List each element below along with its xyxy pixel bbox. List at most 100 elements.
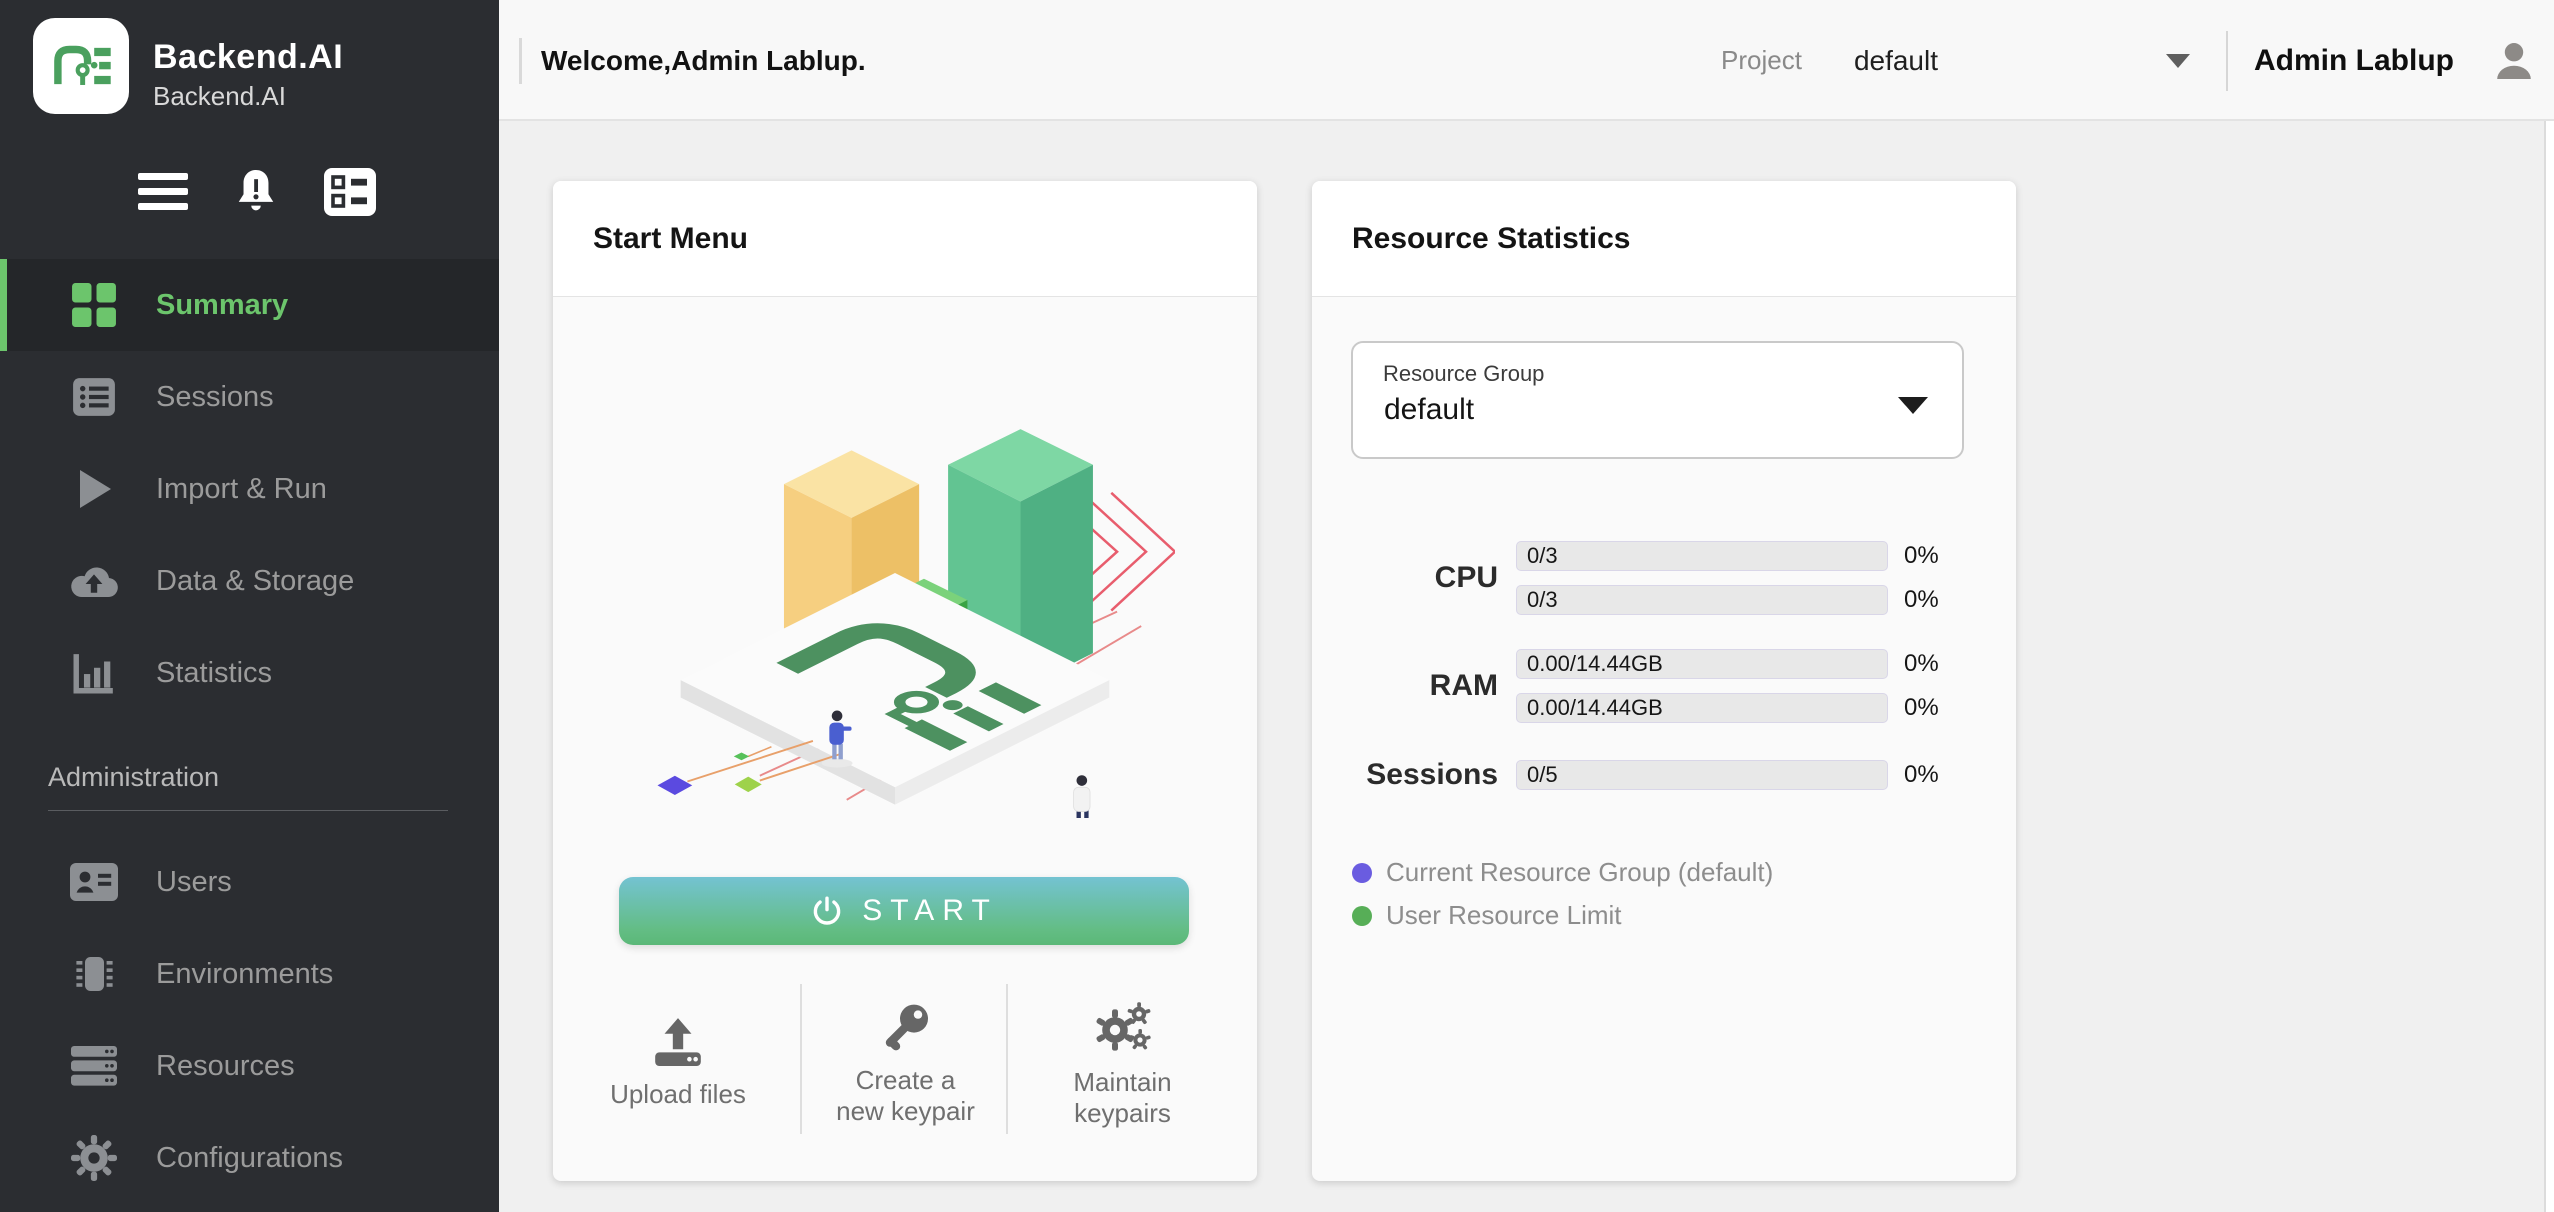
start-menu-title: Start Menu: [593, 222, 748, 256]
upload-files-action[interactable]: Upload files: [573, 971, 783, 1156]
sidebar-item-configurations[interactable]: Configurations: [0, 1112, 499, 1204]
ram-meter: RAM 0.00/14.44GB 0% 0.00/14.44GB 0%: [1312, 649, 1939, 723]
key-icon: [880, 1001, 932, 1053]
power-icon: [810, 894, 844, 928]
sidebar: Backend.AI Backend.AI: [0, 0, 499, 1212]
app-title: Backend.AI: [153, 38, 343, 77]
notification-bell-icon[interactable]: [234, 166, 278, 218]
sessions-usage-bar: 0/5: [1516, 760, 1888, 790]
cpu-usage-percent: 0%: [1904, 586, 1939, 614]
action-divider: [800, 984, 802, 1134]
user-name: Admin Lablup: [2254, 44, 2454, 78]
app-logo: Backend.AI Backend.AI: [33, 18, 343, 114]
sidebar-item-statistics[interactable]: Statistics: [0, 627, 499, 719]
hamburger-menu-icon[interactable]: [138, 172, 188, 212]
resource-group-select[interactable]: Resource Group default: [1351, 341, 1964, 459]
create-keypair-action[interactable]: Create a new keypair: [808, 971, 1003, 1156]
project-selector[interactable]: Project default: [1721, 45, 2226, 77]
resource-statistics-header: Resource Statistics: [1312, 181, 2016, 297]
sidebar-item-label: Users: [156, 866, 232, 899]
play-icon: [68, 467, 120, 511]
sessions-meter-label: Sessions: [1312, 758, 1498, 792]
sidebar-item-label: Statistics: [156, 657, 272, 690]
start-button-label: START: [862, 894, 998, 928]
cpu-meter: CPU 0/3 0% 0/3 0%: [1312, 541, 1939, 615]
server-stack-icon: [68, 1045, 120, 1087]
cloud-upload-icon: [68, 562, 120, 600]
section-divider: [48, 810, 448, 811]
welcome-accent-line: [519, 38, 522, 84]
bar-chart-icon: [68, 650, 120, 696]
action-label-line: Upload files: [610, 1079, 746, 1110]
sidebar-item-label: Sessions: [156, 381, 274, 414]
sidebar-toolbar: [138, 160, 398, 224]
resource-legend: Current Resource Group (default) User Re…: [1352, 857, 1773, 931]
legend-item-user-limit: User Resource Limit: [1352, 900, 1773, 931]
sessions-meter: Sessions 0/5 0%: [1312, 758, 1939, 792]
main-content: Start Menu: [499, 121, 2546, 1212]
sidebar-item-import-run[interactable]: Import & Run: [0, 443, 499, 535]
sessions-usage-percent: 0%: [1904, 761, 1939, 789]
sidebar-menu: Summary Sessions: [0, 259, 499, 719]
sidebar-item-resources[interactable]: Resources: [0, 1020, 499, 1112]
sidebar-admin-menu: Users Environme: [0, 836, 499, 1204]
ram-usage-bar: 0.00/14.44GB: [1516, 693, 1888, 723]
topbar-divider: [2226, 31, 2228, 91]
legend-dot-purple: [1352, 863, 1372, 883]
start-menu-header: Start Menu: [553, 181, 1257, 297]
cpu-usage-percent: 0%: [1904, 542, 1939, 570]
chip-icon: [68, 951, 120, 997]
sidebar-item-label: Resources: [156, 1050, 295, 1083]
action-divider: [1006, 984, 1008, 1134]
ram-usage-percent: 0%: [1904, 694, 1939, 722]
start-menu-card: Start Menu: [553, 181, 1257, 1181]
topbar: Welcome,Admin Lablup. Project default Ad…: [499, 0, 2554, 121]
sidebar-section-administration: Administration: [48, 762, 219, 793]
start-button[interactable]: START: [619, 877, 1189, 945]
resource-statistics-title: Resource Statistics: [1352, 222, 1630, 256]
summary-grid-icon: [68, 282, 120, 328]
project-value: default: [1854, 45, 1938, 77]
sidebar-item-label: Environments: [156, 958, 333, 991]
ram-meter-label: RAM: [1312, 669, 1498, 703]
sidebar-item-summary[interactable]: Summary: [0, 259, 499, 351]
legend-item-current-group: Current Resource Group (default): [1352, 857, 1773, 888]
legend-label: User Resource Limit: [1386, 900, 1622, 931]
welcome-message: Welcome,Admin Lablup.: [541, 45, 866, 77]
start-menu-illustration: [615, 353, 1175, 818]
dropdown-arrow-icon: [1898, 397, 1928, 414]
cpu-usage-bar: 0/3: [1516, 585, 1888, 615]
backend-ai-logo-icon: [33, 18, 129, 114]
app-subtitle: Backend.AI: [153, 81, 343, 112]
sidebar-item-label: Data & Storage: [156, 565, 354, 598]
id-card-icon: [68, 861, 120, 903]
upload-icon: [650, 1017, 706, 1067]
action-label-line: new keypair: [836, 1096, 975, 1127]
resource-statistics-card: Resource Statistics Resource Group defau…: [1312, 181, 2016, 1181]
legend-dot-green: [1352, 906, 1372, 926]
sessions-list-icon: [68, 374, 120, 420]
action-label-line: keypairs: [1073, 1098, 1171, 1129]
legend-label: Current Resource Group (default): [1386, 857, 1773, 888]
gear-icon: [68, 1135, 120, 1181]
chevron-down-icon: [2166, 54, 2190, 68]
person-icon: [2490, 37, 2538, 85]
gears-icon: [1094, 1001, 1152, 1055]
sidebar-item-users[interactable]: Users: [0, 836, 499, 928]
sidebar-item-label: Configurations: [156, 1142, 343, 1175]
sidebar-item-data-storage[interactable]: Data & Storage: [0, 535, 499, 627]
project-label: Project: [1721, 45, 1802, 76]
sidebar-item-environments[interactable]: Environments: [0, 928, 499, 1020]
user-menu[interactable]: Admin Lablup: [2254, 37, 2538, 85]
ram-usage-bar: 0.00/14.44GB: [1516, 649, 1888, 679]
action-label-line: Maintain: [1073, 1067, 1171, 1098]
cpu-meter-label: CPU: [1312, 561, 1498, 595]
resource-group-label: Resource Group: [1383, 361, 1544, 387]
sidebar-item-label: Import & Run: [156, 473, 327, 506]
resource-group-value: default: [1384, 393, 1474, 427]
sidebar-item-sessions[interactable]: Sessions: [0, 351, 499, 443]
dashboard-panel-icon[interactable]: [324, 168, 376, 216]
maintain-keypairs-action[interactable]: Maintain keypairs: [1015, 971, 1230, 1156]
action-label-line: Create a: [836, 1065, 975, 1096]
cpu-usage-bar: 0/3: [1516, 541, 1888, 571]
